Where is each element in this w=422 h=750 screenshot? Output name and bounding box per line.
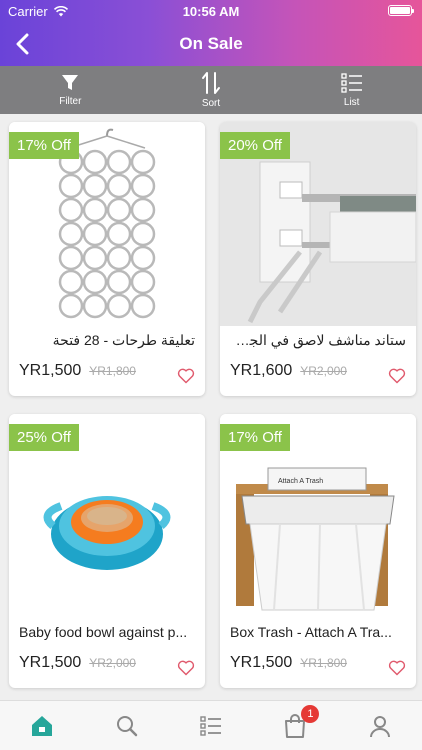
heart-icon[interactable] [177,368,195,384]
list-icon [200,715,222,736]
tab-search[interactable] [84,701,168,750]
list-icon [341,73,362,93]
sort-icon [202,72,220,94]
product-price: YR1,500 [19,654,82,671]
tab-bar: 1 [0,700,422,750]
list-view-button[interactable]: List [281,66,422,114]
status-bar: Carrier 10:56 AM [0,0,422,22]
discount-badge: 17% Off [220,424,290,451]
price-row: YR1,500 YR2,000 [19,654,136,672]
product-old-price: YR2,000 [300,364,347,378]
product-card[interactable]: Attach A Trash 17% Off Box Trash - Attac… [220,414,416,688]
page-title: On Sale [179,34,243,53]
product-card[interactable]: 25% Off Baby food bowl against p... YR1,… [9,414,205,688]
discount-badge: 17% Off [9,132,79,159]
funnel-icon [62,75,79,90]
sort-label: Sort [201,98,221,109]
heart-icon[interactable] [388,660,406,676]
product-old-price: YR1,800 [89,364,136,378]
price-row: YR1,500 YR1,800 [230,654,347,672]
product-price: YR1,600 [230,362,293,379]
product-price: YR1,500 [230,654,293,671]
discount-badge: 20% Off [220,132,290,159]
sort-button[interactable]: Sort [141,66,282,114]
product-name: Baby food bowl against p... [19,624,188,640]
price-row: YR1,600 YR2,000 [230,362,347,380]
price-row: YR1,500 YR1,800 [19,362,136,380]
product-name: ستاند مناشف لاصق في الجدا... [230,332,406,348]
discount-badge: 25% Off [9,424,79,451]
product-name: Box Trash - Attach A Tra... [230,624,392,640]
heart-icon[interactable] [388,368,406,384]
product-grid: 17% Off تعليقة طرحات - 28 فتحة YR1,500 Y… [0,114,422,700]
tab-categories[interactable] [169,701,253,750]
filter-label: Filter [59,96,82,107]
filter-button[interactable]: Filter [0,66,141,114]
product-price: YR1,500 [19,362,82,379]
product-old-price: YR2,000 [89,656,136,670]
heart-icon[interactable] [177,660,195,676]
header: Carrier 10:56 AM On Sale [0,0,422,66]
tab-cart[interactable]: 1 [253,701,337,750]
user-icon [369,715,390,737]
search-icon [116,715,137,736]
list-label: List [343,97,360,108]
home-icon [32,715,53,736]
filter-toolbar: Filter Sort List [0,66,422,114]
product-card[interactable]: 20% Off ستاند مناشف لاصق في الجدا... YR1… [220,122,416,396]
product-old-price: YR1,800 [300,656,347,670]
product-card[interactable]: 17% Off تعليقة طرحات - 28 فتحة YR1,500 Y… [9,122,205,396]
status-time: 10:56 AM [182,4,240,19]
product-name: تعليقة طرحات - 28 فتحة [52,332,195,348]
nav-bar: On Sale [0,22,422,66]
cart-count-badge: 1 [301,705,320,723]
tab-home[interactable] [0,701,84,750]
product-image-label: Attach A Trash [278,478,323,485]
battery-icon [388,5,414,16]
tab-profile[interactable] [338,701,422,750]
